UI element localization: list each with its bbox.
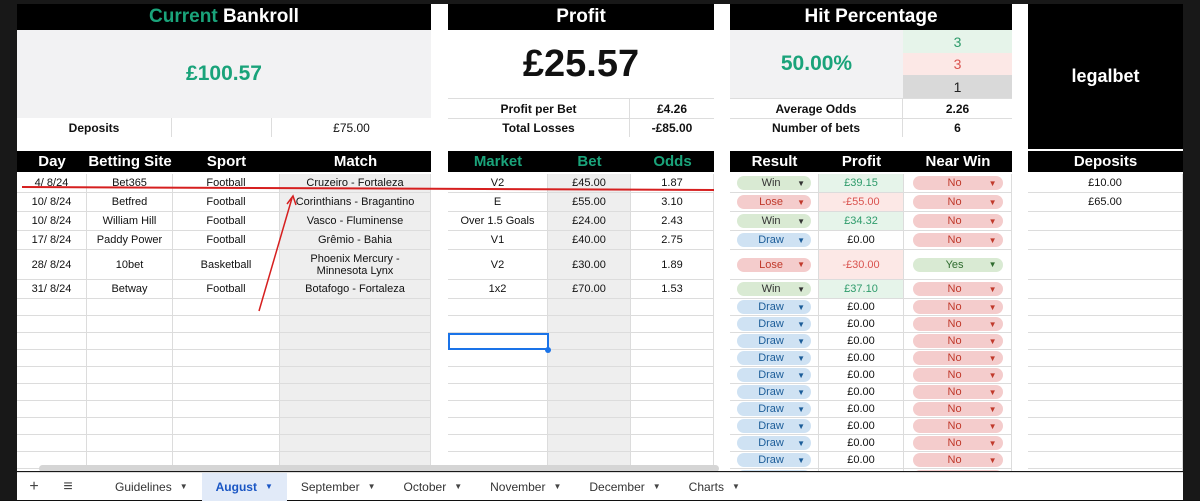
add-sheet-icon[interactable]: + xyxy=(17,473,51,501)
sheet-tab-december[interactable]: December ▼ xyxy=(575,473,674,501)
chevron-down-icon: ▼ xyxy=(732,482,740,491)
chevron-down-icon: ▼ xyxy=(652,482,661,491)
chevron-down-icon: ▼ xyxy=(553,482,562,491)
sheet-tab-label: December xyxy=(589,479,645,494)
chevron-down-icon: ▼ xyxy=(179,482,188,491)
sheet-tab-october[interactable]: October ▼ xyxy=(390,473,477,501)
sheet-tab-label: September xyxy=(300,479,360,494)
sheet-tab-label: Guidelines xyxy=(115,479,172,494)
spreadsheet: Current Bankroll £100.57 Deposits £75.00… xyxy=(17,4,1183,471)
annotation-arrow xyxy=(258,197,293,312)
sheet-tab-november[interactable]: November ▼ xyxy=(476,473,575,501)
sheet-tab-label: November xyxy=(490,479,546,494)
chevron-down-icon: ▼ xyxy=(264,482,273,491)
sheet-tab-label: October xyxy=(403,479,447,494)
sheet-tab-august[interactable]: August ▼ xyxy=(201,472,287,501)
chevron-down-icon: ▼ xyxy=(454,482,463,491)
sheet-tab-guidelines[interactable]: Guidelines ▼ xyxy=(101,473,202,501)
annotation-underline xyxy=(21,186,715,191)
annotation-overlay xyxy=(21,186,715,312)
sheet-tab-september[interactable]: September ▼ xyxy=(287,473,390,501)
sheet-tab-label: Charts xyxy=(688,479,725,494)
sheet-tab-charts[interactable]: Charts ▼ xyxy=(675,473,754,501)
all-sheets-menu-icon[interactable]: ≡ xyxy=(51,473,85,501)
horizontal-scrollbar[interactable] xyxy=(39,465,719,471)
sheet-tab-bar: + ≡ Guidelines ▼ August ▼ September ▼ October ▼… xyxy=(17,472,1183,501)
chevron-down-icon: ▼ xyxy=(367,482,376,491)
sheet-tabs: Guidelines ▼ August ▼ September ▼ October ▼ Nove… xyxy=(101,472,754,501)
sheet-tab-label: August xyxy=(215,479,257,494)
app-frame: Current Bankroll £100.57 Deposits £75.00… xyxy=(0,0,1200,501)
